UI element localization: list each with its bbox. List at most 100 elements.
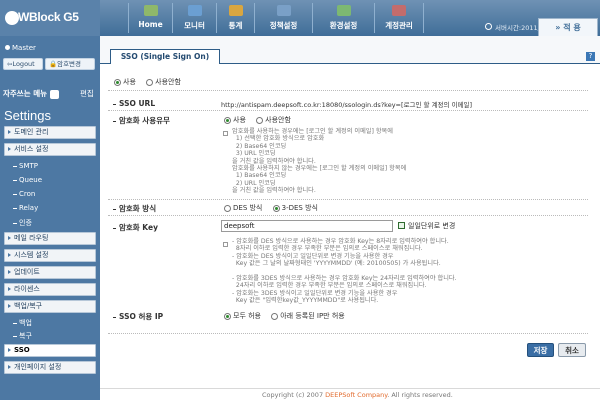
encryption-key-input[interactable]: deepsoft: [221, 220, 393, 232]
arrow-icon: [8, 130, 11, 134]
arrow-icon: [8, 147, 11, 151]
apply-label: 적 용: [563, 23, 581, 32]
divider: [108, 333, 588, 334]
encryption-use-note: 암호화를 사용하는 경우에는 [로그인 할 계정의 이메일] 항목에 1) 선택…: [232, 128, 407, 195]
dash-icon: [13, 222, 17, 224]
submenu-restore[interactable]: 복구: [13, 331, 32, 341]
bullet-icon: [113, 120, 116, 122]
tab-bar: SSO (Single Sign On): [100, 36, 600, 64]
encryption-use-off-label: 사용안함: [265, 116, 291, 124]
arrow-icon: [8, 236, 11, 240]
sso-notuse-radio[interactable]: [146, 78, 154, 86]
menu-personal-page[interactable]: 개인페이지 설정: [4, 361, 96, 374]
dash-icon: [13, 322, 17, 324]
submenu-cron[interactable]: Cron: [13, 190, 35, 198]
account-icon: [392, 5, 406, 16]
menu-domain[interactable]: 도메인 관리: [4, 126, 96, 139]
nav-config[interactable]: 환경설정: [312, 3, 374, 33]
arrow-icon: [8, 287, 11, 291]
arrow-icon: [8, 365, 11, 369]
allowed-ip-label: SSO 허용 IP: [113, 311, 163, 322]
allowed-ip-group: 모두 허용 아래 등록된 IP만 허용: [224, 311, 353, 321]
menu-backup-restore[interactable]: 백업/복구: [4, 300, 96, 313]
save-button[interactable]: 저장: [527, 343, 554, 357]
encryption-method-label-text: 암호화 방식: [119, 204, 157, 213]
menu-sso[interactable]: SSO: [4, 344, 96, 357]
divider: [108, 199, 588, 200]
encryption-key-label: 암호화 Key: [113, 222, 158, 233]
nav-home-label: Home: [138, 20, 163, 29]
policy-icon: [276, 5, 291, 16]
allow-all-label: 모두 허용: [233, 312, 261, 320]
tdes-label: 3-DES 방식: [281, 204, 318, 212]
encryption-notuse-radio[interactable]: [256, 116, 264, 124]
sso-use-radio[interactable]: [114, 78, 121, 86]
encryption-key-label-text: 암호화 Key: [119, 223, 158, 232]
app-logo[interactable]: WBlock G5: [0, 0, 100, 36]
dash-icon: [13, 193, 17, 195]
sso-use-label: 사용: [123, 78, 136, 86]
daily-change-checkbox[interactable]: [398, 222, 405, 229]
company-link[interactable]: DEEPSoft Company: [325, 391, 387, 399]
divider: [108, 90, 588, 91]
settings-title: Settings: [4, 108, 51, 123]
change-password-label: 암호변경: [57, 60, 82, 68]
menu-update[interactable]: 업데이트: [4, 266, 96, 279]
des-radio[interactable]: [224, 204, 231, 212]
submenu-label: Cron: [19, 190, 36, 198]
allow-all-radio[interactable]: [224, 312, 231, 320]
dash-icon: [13, 165, 17, 167]
arrow-icon: [8, 304, 11, 308]
stats-icon: [228, 5, 243, 16]
nav-monitor[interactable]: 모니터: [172, 3, 216, 33]
sso-notuse-label: 사용안함: [155, 78, 181, 86]
menu-mail-routing[interactable]: 메일 라우팅: [4, 232, 96, 245]
menu-label: 도메인 관리: [14, 128, 49, 136]
info-icon: [223, 240, 231, 248]
daily-change-label: 일일단위로 변경: [408, 222, 456, 230]
nav-home[interactable]: Home: [128, 3, 172, 33]
edit-favorites-link[interactable]: 편집: [80, 88, 94, 99]
submenu-label: 백업: [19, 319, 32, 327]
apply-button[interactable]: » 적 용: [538, 18, 598, 36]
des-label: DES 방식: [233, 204, 263, 212]
cancel-button[interactable]: 취소: [558, 343, 586, 357]
chevron-down-icon[interactable]: [49, 89, 59, 99]
menu-service[interactable]: 서비스 설정: [4, 143, 96, 156]
menu-system[interactable]: 시스템 설정: [4, 249, 96, 262]
user-icon: [5, 45, 10, 50]
arrow-icon: [8, 348, 11, 352]
tab-sso[interactable]: SSO (Single Sign On): [110, 49, 220, 64]
menu-label: 개인페이지 설정: [14, 363, 62, 371]
nav-account[interactable]: 계정관리: [374, 3, 424, 33]
submenu-relay[interactable]: Relay: [13, 204, 38, 212]
submenu-backup[interactable]: 백업: [13, 318, 32, 328]
divider: [108, 215, 588, 216]
info-icon: [223, 129, 231, 137]
footer-divider: [100, 388, 600, 389]
logout-button[interactable]: ⇦Logout: [3, 58, 43, 70]
help-icon[interactable]: ?: [586, 52, 595, 61]
bullet-icon: [113, 227, 116, 229]
encryption-use-radio[interactable]: [224, 116, 231, 124]
nav-policy[interactable]: 정책설정: [254, 3, 312, 33]
arrow-icon: [8, 253, 11, 257]
dash-icon: [13, 207, 17, 209]
menu-license[interactable]: 라이센스: [4, 283, 96, 296]
submenu-label: SMTP: [19, 162, 38, 170]
tdes-radio[interactable]: [272, 204, 280, 212]
bullet-icon: [113, 208, 116, 210]
submenu-queue[interactable]: Queue: [13, 176, 42, 184]
menu-label: 시스템 설정: [14, 251, 49, 259]
sso-url-label: SSO URL: [113, 99, 155, 108]
encryption-method-group: DES 방식 3-DES 방식: [224, 203, 326, 213]
allow-registered-radio[interactable]: [271, 312, 279, 320]
bullet-icon: [113, 316, 116, 318]
submenu-smtp[interactable]: SMTP: [13, 162, 38, 170]
change-password-button[interactable]: 🔒암호변경: [45, 58, 95, 70]
favorites-menu[interactable]: 자주쓰는 메뉴: [3, 88, 59, 99]
nav-stats[interactable]: 통계: [216, 3, 254, 33]
allowed-ip-label-text: SSO 허용 IP: [119, 312, 164, 321]
submenu-auth[interactable]: 인증: [13, 218, 32, 228]
lock-icon: 🔒: [49, 60, 58, 68]
